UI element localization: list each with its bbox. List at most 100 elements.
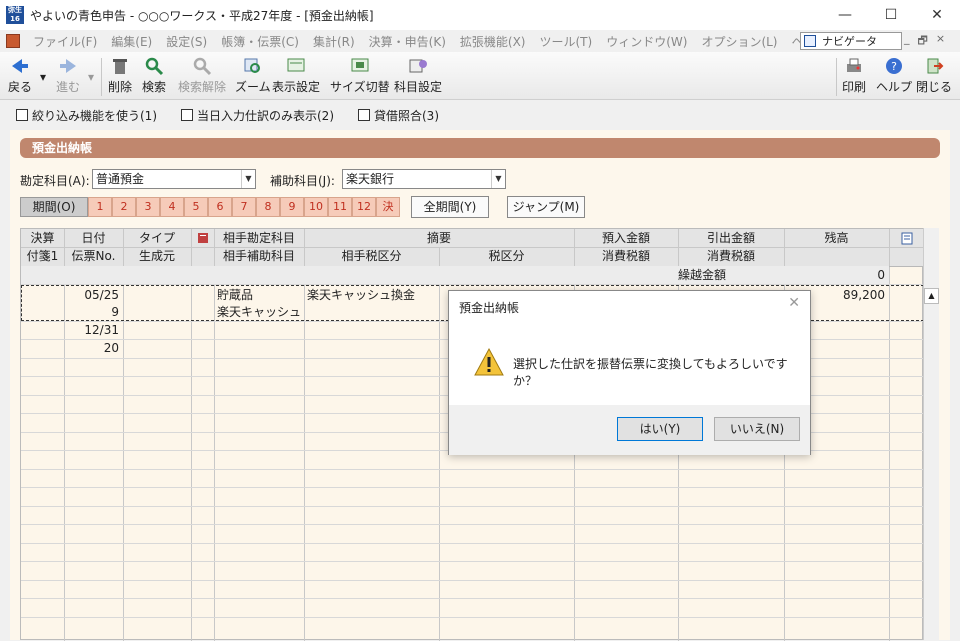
yes-button[interactable]: はい(Y) bbox=[617, 417, 703, 441]
period-label[interactable]: 期間(O) bbox=[20, 197, 88, 217]
menu-file[interactable]: ファイル(F) bbox=[26, 33, 104, 50]
size-toggle-button[interactable]: サイズ切替 bbox=[330, 56, 390, 95]
month-3[interactable]: 3 bbox=[136, 197, 160, 217]
document-icon[interactable] bbox=[6, 34, 20, 48]
sub-account-select[interactable]: 楽天銀行 ▼ bbox=[342, 169, 506, 189]
maximize-button[interactable]: ☐ bbox=[868, 0, 914, 30]
carry-forward-value: 0 bbox=[877, 268, 885, 282]
menu-closing[interactable]: 決算・申告(K) bbox=[362, 33, 453, 50]
month-8[interactable]: 8 bbox=[256, 197, 280, 217]
header-withdrawal[interactable]: 引出金額 bbox=[678, 229, 784, 247]
header-note-icon[interactable] bbox=[191, 229, 214, 249]
header-memo-icon[interactable] bbox=[889, 229, 924, 250]
grid-scrollbar[interactable]: ▲ bbox=[923, 228, 939, 640]
month-10[interactable]: 10 bbox=[304, 197, 328, 217]
forward-button[interactable]: 進む bbox=[56, 56, 80, 95]
month-closing[interactable]: 決 bbox=[376, 197, 400, 217]
header-tax[interactable]: 税区分 bbox=[439, 247, 574, 265]
zoom-button[interactable]: ズーム bbox=[235, 56, 271, 95]
dialog-close-button[interactable]: ✕ bbox=[788, 295, 800, 311]
period-selector: 期間(O) 1 2 3 4 5 6 7 8 9 10 11 12 決 bbox=[20, 197, 400, 217]
month-9[interactable]: 9 bbox=[280, 197, 304, 217]
account-select[interactable]: 普通預金 ▼ bbox=[92, 169, 256, 189]
window-title: やよいの青色申告 - ○○○ワークス・平成27年度 - [預金出納帳] bbox=[30, 8, 374, 23]
navigator-button[interactable]: ナビゲータ bbox=[800, 32, 902, 50]
month-4[interactable]: 4 bbox=[160, 197, 184, 217]
header-closing[interactable]: 決算 bbox=[21, 229, 64, 247]
header-type[interactable]: タイプ bbox=[123, 229, 191, 247]
filter-checkbox-box[interactable] bbox=[16, 109, 28, 121]
header-deposit-tax[interactable]: 消費税額 bbox=[574, 247, 678, 265]
help-icon: ? bbox=[886, 58, 902, 74]
search-icon bbox=[145, 57, 164, 76]
menu-edit[interactable]: 編集(E) bbox=[104, 33, 159, 50]
balance-check-checkbox[interactable]: 貸借照合(3) bbox=[358, 107, 439, 124]
month-1[interactable]: 1 bbox=[88, 197, 112, 217]
back-arrow-icon bbox=[12, 59, 28, 73]
row1-description: 楽天キャッシュ換金 bbox=[307, 288, 416, 302]
menu-tools[interactable]: ツール(T) bbox=[533, 33, 600, 50]
jump-button[interactable]: ジャンプ(M) bbox=[507, 196, 585, 218]
chevron-down-icon[interactable]: ▼ bbox=[241, 170, 255, 188]
menu-books[interactable]: 帳簿・伝票(C) bbox=[214, 33, 306, 50]
month-6[interactable]: 6 bbox=[208, 197, 232, 217]
row1-account: 貯蔵品 bbox=[217, 288, 254, 302]
month-5[interactable]: 5 bbox=[184, 197, 208, 217]
warning-icon bbox=[474, 347, 504, 376]
header-voucher-no[interactable]: 伝票No. bbox=[64, 247, 123, 265]
close-button[interactable]: 閉じる bbox=[916, 56, 952, 95]
account-settings-button[interactable]: 科目設定 bbox=[394, 56, 442, 95]
back-dropdown-icon[interactable]: ▾ bbox=[40, 70, 46, 84]
today-only-checkbox-box[interactable] bbox=[181, 109, 193, 121]
filter-checkbox[interactable]: 絞り込み機能を使う(1) bbox=[16, 107, 157, 124]
menu-options[interactable]: オプション(L) bbox=[694, 33, 784, 50]
header-sticky[interactable]: 付箋1 bbox=[21, 247, 64, 265]
header-counter-sub-account[interactable]: 相手補助科目 bbox=[214, 247, 304, 265]
row1-date: 05/25 bbox=[84, 288, 119, 302]
app-logo-icon: 弥生16 bbox=[6, 6, 24, 24]
dialog-title: 預金出納帳 bbox=[459, 301, 520, 315]
mdi-restore-button[interactable]: 🗗 bbox=[918, 32, 928, 51]
month-12[interactable]: 12 bbox=[352, 197, 376, 217]
menu-summary[interactable]: 集計(R) bbox=[306, 33, 362, 50]
menu-window[interactable]: ウィンドウ(W) bbox=[599, 33, 694, 50]
mdi-close-button[interactable]: × bbox=[936, 32, 945, 51]
header-deposit[interactable]: 預入金額 bbox=[574, 229, 678, 247]
delete-button[interactable]: 削除 bbox=[108, 56, 132, 95]
memo-icon bbox=[901, 232, 912, 245]
ledger-title: 預金出納帳 bbox=[20, 138, 940, 158]
help-button[interactable]: ? ヘルプ bbox=[876, 56, 912, 95]
sub-account-label: 補助科目(J): bbox=[270, 174, 335, 188]
close-window-button[interactable]: ✕ bbox=[914, 0, 960, 30]
row1-voucher: 9 bbox=[111, 305, 119, 319]
book-icon bbox=[197, 233, 208, 243]
header-withdrawal-tax[interactable]: 消費税額 bbox=[678, 247, 784, 265]
month-2[interactable]: 2 bbox=[112, 197, 136, 217]
header-balance[interactable]: 残高 bbox=[784, 229, 889, 247]
search-button[interactable]: 検索 bbox=[142, 56, 166, 95]
mdi-minimize-button[interactable]: _ bbox=[904, 32, 910, 51]
full-period-button[interactable]: 全期間(Y) bbox=[411, 196, 489, 218]
minimize-button[interactable]: — bbox=[822, 0, 868, 30]
menu-extensions[interactable]: 拡張機能(X) bbox=[453, 33, 533, 50]
month-11[interactable]: 11 bbox=[328, 197, 352, 217]
no-button[interactable]: いいえ(N) bbox=[714, 417, 800, 441]
header-description[interactable]: 摘要 bbox=[304, 229, 574, 247]
today-only-checkbox[interactable]: 当日入力仕訳のみ表示(2) bbox=[181, 107, 334, 124]
header-source[interactable]: 生成元 bbox=[123, 247, 191, 265]
search-clear-button[interactable]: 検索解除 bbox=[178, 56, 226, 95]
header-counter-tax[interactable]: 相手税区分 bbox=[304, 247, 439, 265]
balance-check-checkbox-box[interactable] bbox=[358, 109, 370, 121]
menu-settings[interactable]: 設定(S) bbox=[159, 33, 214, 50]
exit-icon bbox=[927, 58, 944, 74]
forward-dropdown-icon[interactable]: ▾ bbox=[88, 70, 94, 84]
display-settings-button[interactable]: 表示設定 bbox=[272, 56, 320, 95]
chevron-down-icon[interactable]: ▼ bbox=[491, 170, 505, 188]
month-7[interactable]: 7 bbox=[232, 197, 256, 217]
header-counter-account[interactable]: 相手勘定科目 bbox=[214, 229, 304, 247]
header-date[interactable]: 日付 bbox=[64, 229, 123, 247]
print-button[interactable]: 印刷 bbox=[842, 56, 866, 95]
back-button[interactable]: 戻る bbox=[8, 56, 32, 95]
scroll-up-icon[interactable]: ▲ bbox=[924, 288, 939, 304]
trash-icon bbox=[113, 59, 127, 74]
